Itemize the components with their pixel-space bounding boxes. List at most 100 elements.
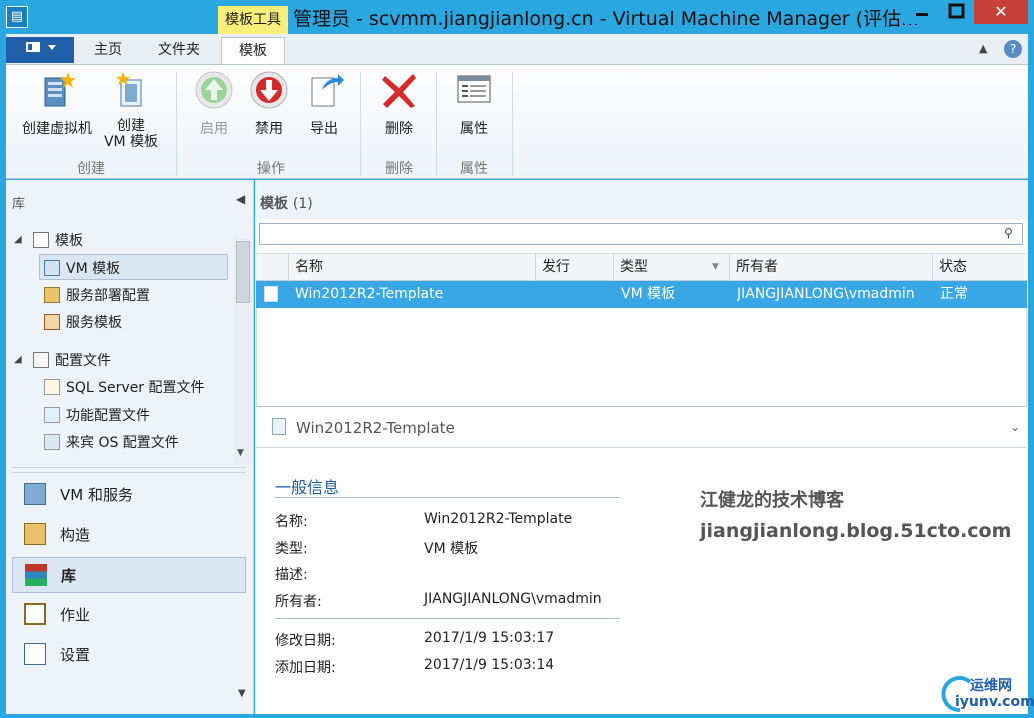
logo-text-bottom: iyunv.com xyxy=(955,694,1034,710)
capability-profile-icon xyxy=(44,407,60,423)
column-header-release[interactable]: 发行 xyxy=(535,253,613,281)
create-vm-icon xyxy=(44,72,76,107)
prop-value-type: VM 模板 xyxy=(424,541,479,557)
create-template-icon xyxy=(116,72,142,107)
divider xyxy=(275,497,620,498)
tree-item-profiles[interactable]: 配置文件 xyxy=(33,350,111,370)
file-menu-button[interactable] xyxy=(6,37,74,63)
workspace-jobs[interactable]: 作业 xyxy=(12,596,246,632)
watermark-blog-name: 江健龙的技术博客 xyxy=(700,490,844,511)
minimize-icon xyxy=(916,13,928,16)
tree-item-capability-profile[interactable]: 功能配置文件 xyxy=(44,405,150,425)
workspace-vms-services[interactable]: VM 和服务 xyxy=(12,476,246,512)
list-title: 模板 (1) xyxy=(260,193,313,213)
tree-item-guest-os-profile[interactable]: 来宾 OS 配置文件 xyxy=(44,432,179,452)
minimize-button[interactable] xyxy=(904,0,940,24)
pane-splitter[interactable] xyxy=(12,467,246,473)
workspace-fabric-label: 构造 xyxy=(60,525,91,544)
service-deploy-icon xyxy=(44,287,60,303)
tree-item-vm-templates-label: VM 模板 xyxy=(66,261,121,277)
cell-name: Win2012R2-Template xyxy=(295,286,444,302)
prop-label-added: 添加日期: xyxy=(275,660,336,676)
detail-template-icon xyxy=(272,418,286,435)
ribbon-separator xyxy=(176,72,177,176)
tree-item-sql-profile-label: SQL Server 配置文件 xyxy=(66,380,205,396)
prop-label-name: 名称: xyxy=(275,514,308,530)
create-template-label-1: 创建 xyxy=(117,118,145,134)
maximize-icon xyxy=(948,3,965,19)
disable-button[interactable]: 禁用 xyxy=(245,70,293,138)
tree-item-service-templates[interactable]: 服务模板 xyxy=(44,312,122,332)
tree-item-service-templates-label: 服务模板 xyxy=(66,315,122,331)
contextual-tab-template-tools: 模板工具 xyxy=(218,6,288,34)
group-label-delete: 删除 xyxy=(385,161,413,177)
search-icon[interactable]: ⚲ xyxy=(1004,226,1013,240)
export-button[interactable]: 导出 xyxy=(300,70,348,138)
create-template-label-2: VM 模板 xyxy=(103,134,159,150)
list-header xyxy=(255,180,1028,220)
cell-status: 正常 xyxy=(940,286,968,302)
jobs-icon xyxy=(24,603,46,625)
tree-scrollbar-thumb[interactable] xyxy=(236,241,250,303)
column-header-status[interactable]: 状态 xyxy=(932,253,1027,281)
prop-label-owner: 所有者: xyxy=(275,594,322,610)
workspace-fabric[interactable]: 构造 xyxy=(12,516,246,552)
ribbon-collapse-icon[interactable]: ▲ xyxy=(979,42,987,55)
export-label: 导出 xyxy=(310,121,338,137)
logo-text-top: 运维网 xyxy=(970,678,1012,694)
group-label-properties: 属性 xyxy=(460,161,488,177)
tree-item-service-deploy-label: 服务部署配置 xyxy=(66,288,150,304)
delete-button[interactable]: 删除 xyxy=(372,70,426,138)
properties-icon xyxy=(457,75,491,103)
expand-templates-icon[interactable]: ◢ xyxy=(14,234,22,245)
column-header-name[interactable]: 名称 xyxy=(288,253,535,281)
tab-template[interactable]: 模板 xyxy=(221,37,285,65)
template-folder-icon xyxy=(33,232,49,248)
workspace-library[interactable]: 库 xyxy=(12,557,246,593)
create-vm-label: 创建虚拟机 xyxy=(22,121,92,137)
create-vm-button[interactable]: 创建虚拟机 xyxy=(16,70,98,138)
detail-expand-icon[interactable]: ⌄ xyxy=(1010,420,1020,434)
properties-label: 属性 xyxy=(460,121,488,137)
tree-item-templates[interactable]: 模板 xyxy=(33,230,83,250)
close-icon: ✕ xyxy=(994,2,1008,21)
app-icon[interactable]: ▤ xyxy=(6,6,28,28)
library-icon xyxy=(25,564,47,586)
more-workspaces-icon[interactable]: ▼ xyxy=(238,688,246,699)
workspace-settings-label: 设置 xyxy=(60,645,91,664)
detail-title: Win2012R2-Template xyxy=(296,419,455,437)
close-button[interactable]: ✕ xyxy=(974,0,1028,24)
collapse-pane-icon[interactable]: ◀ xyxy=(236,192,245,206)
tree-item-sql-profile[interactable]: SQL Server 配置文件 xyxy=(44,377,205,397)
tree-item-vm-templates[interactable]: VM 模板 xyxy=(44,258,120,278)
maximize-button[interactable] xyxy=(939,0,975,24)
cell-type: VM 模板 xyxy=(621,286,676,302)
help-icon[interactable]: ? xyxy=(1004,40,1022,58)
ribbon-separator xyxy=(512,72,513,176)
ribbon-separator xyxy=(360,72,361,176)
expand-profiles-icon[interactable]: ◢ xyxy=(14,354,22,365)
prop-label-modified: 修改日期: xyxy=(275,633,336,649)
search-input[interactable] xyxy=(259,223,1023,245)
workspace-settings[interactable]: 设置 xyxy=(12,636,246,672)
tree-item-profiles-label: 配置文件 xyxy=(55,353,111,369)
guest-os-profile-icon xyxy=(44,434,60,450)
vm-template-row-icon xyxy=(264,286,278,302)
tab-home[interactable]: 主页 xyxy=(80,37,136,64)
watermark-blog-url: jiangjianlong.blog.51cto.com xyxy=(700,520,1012,542)
list-count: (1) xyxy=(292,196,313,212)
enable-button[interactable]: 启用 xyxy=(190,70,238,138)
properties-button[interactable]: 属性 xyxy=(446,70,502,138)
scroll-down-icon[interactable]: ▼ xyxy=(237,448,244,458)
prop-label-type: 类型: xyxy=(275,541,308,557)
tree-item-service-deploy[interactable]: 服务部署配置 xyxy=(44,285,150,305)
prop-value-added: 2017/1/9 15:03:14 xyxy=(424,657,555,673)
tab-folder[interactable]: 文件夹 xyxy=(146,37,212,64)
group-label-actions: 操作 xyxy=(257,161,285,177)
sql-profile-icon xyxy=(44,379,60,395)
delete-label: 删除 xyxy=(385,121,413,137)
column-header-owner[interactable]: 所有者 xyxy=(729,253,932,281)
prop-value-name: Win2012R2-Template xyxy=(424,511,573,527)
create-vm-template-button[interactable]: 创建 VM 模板 xyxy=(96,70,166,150)
profiles-folder-icon xyxy=(33,352,49,368)
